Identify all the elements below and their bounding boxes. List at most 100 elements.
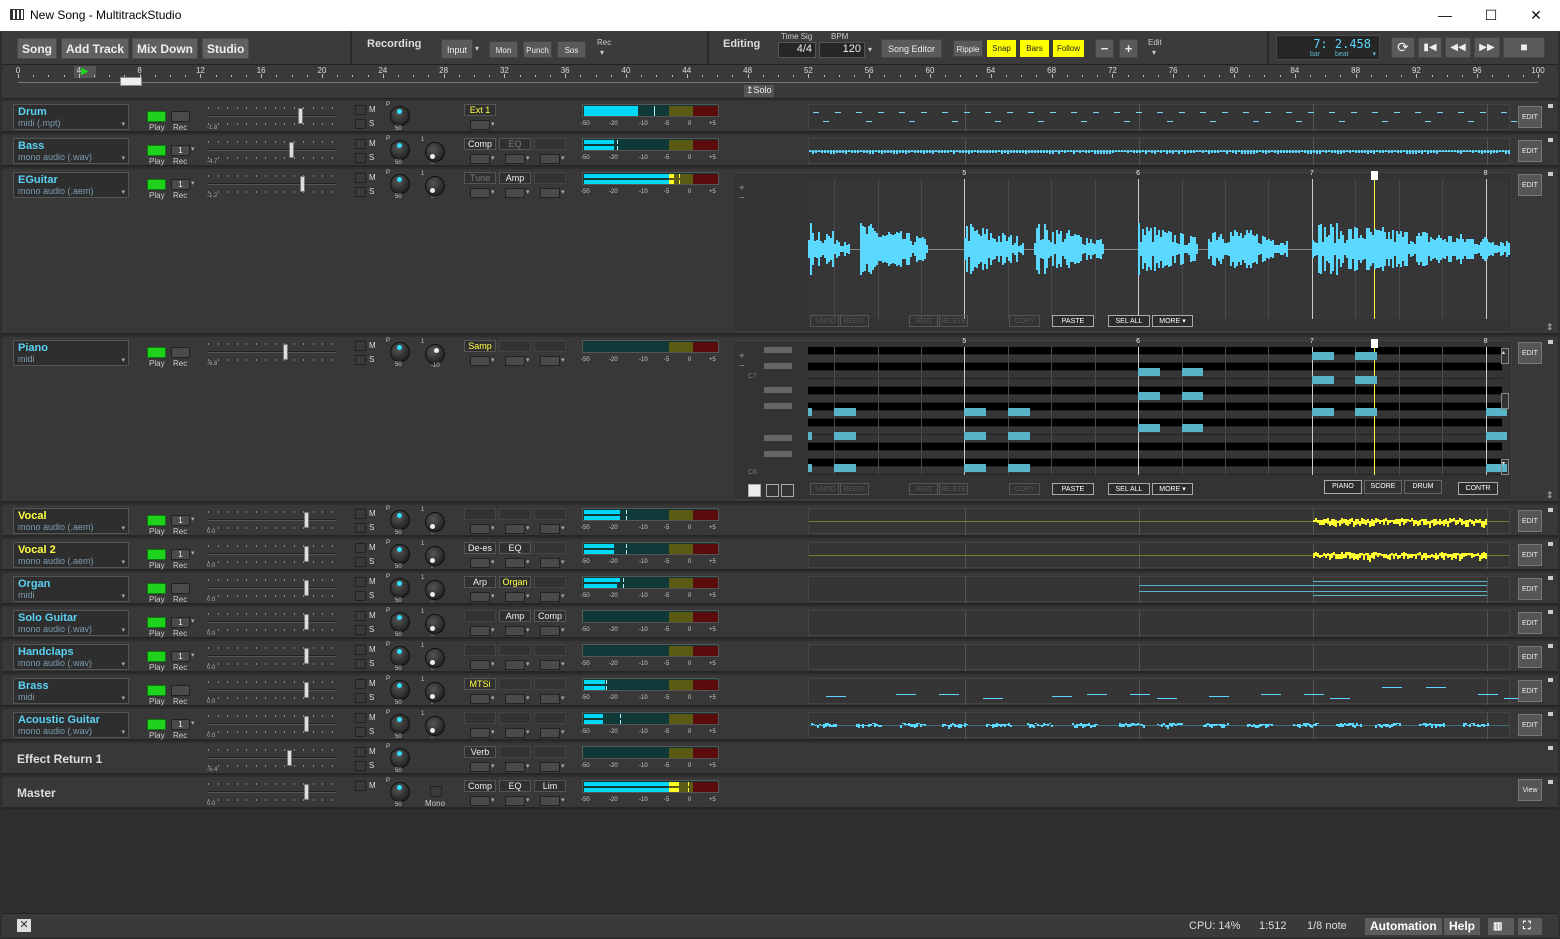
piano-roll-grid[interactable] bbox=[808, 347, 1508, 475]
sos-button[interactable]: Sos bbox=[557, 41, 586, 58]
waveform-sample[interactable] bbox=[962, 150, 964, 153]
waveform-sample[interactable] bbox=[1274, 150, 1276, 153]
fx-dropdown-icon[interactable]: ▾ bbox=[491, 694, 495, 702]
volume-knob[interactable] bbox=[425, 614, 445, 634]
editor-sel-all-button[interactable]: SEL ALL bbox=[1108, 315, 1150, 327]
midi-note[interactable] bbox=[1355, 376, 1378, 384]
volume-fader-track[interactable] bbox=[208, 689, 336, 691]
waveform-sample[interactable] bbox=[929, 150, 931, 154]
rec-channel-dropdown-icon[interactable]: ▾ bbox=[191, 145, 195, 153]
waveform-sample[interactable] bbox=[1364, 150, 1366, 153]
track-name-box[interactable]: Solo Guitar mono audio (.wav) ▾ bbox=[13, 610, 129, 636]
song-button[interactable]: Song bbox=[17, 38, 57, 59]
mute-button[interactable] bbox=[355, 747, 366, 757]
fx-slot[interactable] bbox=[534, 678, 566, 690]
waveform-sample[interactable] bbox=[1016, 150, 1018, 154]
waveform-sample[interactable] bbox=[941, 150, 943, 154]
waveform-sample[interactable] bbox=[1058, 150, 1060, 154]
editor-undo-button[interactable]: UNDO bbox=[810, 483, 841, 495]
midi-note[interactable] bbox=[1124, 121, 1130, 122]
midi-note[interactable] bbox=[1139, 585, 1487, 586]
fx-slot-dropdown[interactable] bbox=[505, 154, 525, 164]
waveform-sample[interactable] bbox=[1100, 150, 1102, 154]
fx-slot[interactable] bbox=[534, 746, 566, 758]
zoom-in-button[interactable]: + bbox=[1119, 39, 1138, 58]
fx-dropdown-icon[interactable]: ▾ bbox=[561, 728, 565, 736]
waveform-sample[interactable] bbox=[1499, 150, 1501, 153]
fx-dropdown-icon[interactable]: ▾ bbox=[491, 120, 495, 128]
rec-button[interactable] bbox=[171, 583, 190, 594]
volume-knob[interactable] bbox=[425, 580, 445, 600]
fx-dropdown-icon[interactable]: ▾ bbox=[491, 188, 495, 196]
midi-note[interactable] bbox=[1028, 112, 1034, 113]
pan-knob[interactable] bbox=[390, 680, 410, 700]
fx-dropdown-icon[interactable]: ▾ bbox=[561, 762, 565, 770]
add-track-button[interactable]: Add Track bbox=[61, 38, 130, 59]
volume-fader-track[interactable] bbox=[208, 621, 336, 623]
waveform-sample[interactable] bbox=[1010, 150, 1012, 154]
track-resize-handle[interactable] bbox=[1548, 172, 1553, 176]
waveform-sample[interactable] bbox=[1427, 150, 1429, 154]
fx-dropdown-icon[interactable]: ▾ bbox=[491, 762, 495, 770]
rewind-icon[interactable]: ◀◀ bbox=[1445, 37, 1471, 58]
waveform-sample[interactable] bbox=[1340, 150, 1342, 154]
track-lane[interactable] bbox=[808, 712, 1510, 739]
midi-note[interactable] bbox=[1311, 352, 1334, 360]
track-resize-handle[interactable] bbox=[1548, 104, 1553, 108]
fx-dropdown-icon[interactable]: ▾ bbox=[561, 796, 565, 804]
edit-button[interactable]: EDIT bbox=[1518, 714, 1542, 736]
waveform-sample[interactable] bbox=[1442, 150, 1444, 153]
fx-slot[interactable] bbox=[499, 678, 531, 690]
rec-mode-dropdown-icon[interactable]: ▾ bbox=[600, 48, 604, 57]
fx-slot[interactable]: Organ bbox=[499, 576, 531, 588]
fx-slot-dropdown[interactable] bbox=[540, 728, 560, 738]
fx-slot[interactable] bbox=[499, 340, 531, 352]
waveform-sample[interactable] bbox=[842, 150, 844, 154]
waveform-sample[interactable] bbox=[878, 150, 880, 154]
waveform-sample[interactable] bbox=[1208, 150, 1210, 154]
waveform-sample[interactable] bbox=[1211, 150, 1213, 154]
waveform-sample[interactable] bbox=[932, 150, 934, 154]
track-menu-dropdown-icon[interactable]: ▾ bbox=[121, 154, 125, 162]
waveform-sample[interactable] bbox=[1067, 150, 1069, 153]
waveform-sample[interactable] bbox=[887, 150, 889, 154]
track-name-box[interactable]: Organ midi ▾ bbox=[13, 576, 129, 602]
waveform-sample[interactable] bbox=[1256, 150, 1258, 153]
waveform-sample[interactable] bbox=[1010, 724, 1012, 727]
fx-slot[interactable] bbox=[534, 508, 566, 520]
track-menu-dropdown-icon[interactable]: ▾ bbox=[121, 356, 125, 364]
waveform-sample[interactable] bbox=[1214, 150, 1216, 154]
midi-note[interactable] bbox=[964, 464, 987, 472]
waveform-sample[interactable] bbox=[1136, 150, 1138, 153]
waveform-sample[interactable] bbox=[1064, 150, 1066, 153]
waveform-sample[interactable] bbox=[1095, 724, 1098, 726]
fx-dropdown-icon[interactable]: ▾ bbox=[526, 558, 530, 566]
waveform-sample[interactable] bbox=[1370, 150, 1372, 153]
pan-knob[interactable] bbox=[390, 174, 410, 194]
vertical-scrollbar-thumb[interactable] bbox=[1501, 393, 1509, 409]
waveform-sample[interactable] bbox=[1217, 150, 1219, 153]
waveform-sample[interactable] bbox=[1298, 150, 1300, 153]
ripple-button[interactable]: Ripple bbox=[953, 40, 983, 57]
solo-button[interactable] bbox=[355, 591, 366, 601]
waveform-sample[interactable] bbox=[1268, 150, 1270, 153]
volume-knob[interactable] bbox=[425, 682, 445, 702]
waveform-sample[interactable] bbox=[1496, 150, 1498, 153]
fx-dropdown-icon[interactable]: ▾ bbox=[526, 592, 530, 600]
midi-note[interactable] bbox=[1355, 352, 1378, 360]
midi-note[interactable] bbox=[895, 694, 916, 695]
track-menu-dropdown-icon[interactable]: ▾ bbox=[121, 728, 125, 736]
rec-button[interactable]: 1 bbox=[171, 515, 190, 526]
stop-icon[interactable]: ■ bbox=[1503, 37, 1545, 58]
fx-slot-dropdown[interactable] bbox=[540, 154, 560, 164]
waveform-sample[interactable] bbox=[956, 150, 958, 153]
waveform-sample[interactable] bbox=[977, 150, 979, 153]
waveform-sample[interactable] bbox=[827, 150, 829, 153]
waveform-sample[interactable] bbox=[1051, 724, 1054, 728]
waveform-sample[interactable] bbox=[1227, 723, 1230, 726]
waveform-sample[interactable] bbox=[1109, 150, 1111, 154]
editor-zoom-out[interactable]: − bbox=[739, 193, 745, 204]
rec-button[interactable]: 1 bbox=[171, 651, 190, 662]
midi-note[interactable] bbox=[1312, 581, 1487, 582]
waveform-sample[interactable] bbox=[1106, 150, 1108, 154]
